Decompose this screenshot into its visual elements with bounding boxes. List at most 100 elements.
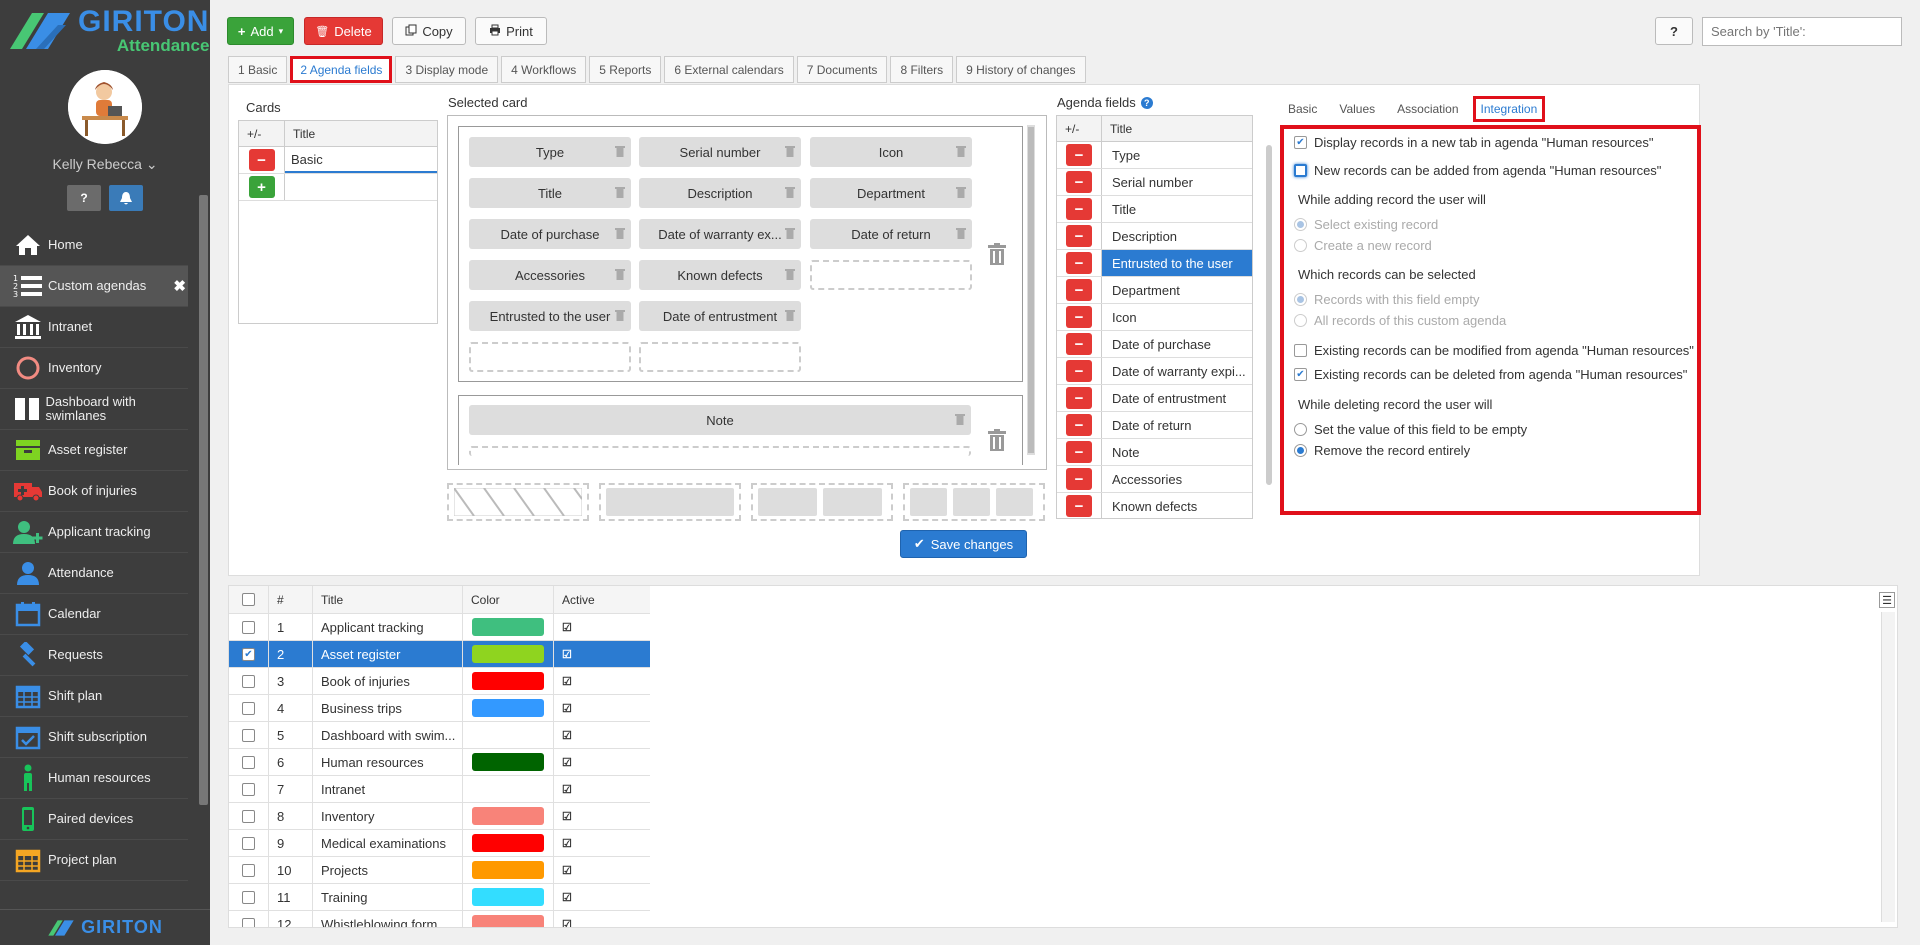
- table-row[interactable]: − Accessories: [1057, 466, 1252, 493]
- sidebar-item-shift-plan[interactable]: Shift plan: [0, 676, 188, 717]
- remove-field-button[interactable]: −: [1066, 306, 1092, 328]
- trash-icon[interactable]: [615, 186, 625, 198]
- delete-records-option[interactable]: ✔ Existing records can be deleted from ag…: [1294, 367, 1687, 382]
- table-row[interactable]: − Known defects: [1057, 493, 1252, 518]
- grid-scrollbar[interactable]: [1881, 612, 1895, 922]
- grid-col-title[interactable]: Title: [313, 586, 463, 613]
- create-new-radio[interactable]: [1294, 239, 1307, 252]
- field-chip[interactable]: Entrusted to the user: [469, 301, 631, 331]
- tab-filters[interactable]: 8 Filters: [890, 56, 954, 83]
- table-row[interactable]: − Description: [1057, 223, 1252, 250]
- add-button[interactable]: + Add ▾: [227, 17, 294, 45]
- tab-field-values[interactable]: Values: [1331, 96, 1383, 122]
- agenda-fields-scrollbar[interactable]: [1266, 145, 1272, 485]
- table-row[interactable]: − Date of return: [1057, 412, 1252, 439]
- records-empty-radio[interactable]: [1294, 293, 1307, 306]
- print-button[interactable]: Print: [475, 17, 547, 45]
- trash-icon[interactable]: [785, 186, 795, 198]
- table-row[interactable]: 12 Whistleblowing form... ☑: [229, 911, 650, 927]
- sidebar-item-dashboard-with-swimlanes[interactable]: Dashboard with swimlanes: [0, 389, 188, 430]
- trash-icon[interactable]: [955, 413, 965, 425]
- sidebar-item-custom-agendas[interactable]: 123 Custom agendas ✖: [0, 266, 188, 307]
- row-checkbox[interactable]: [242, 728, 255, 742]
- table-row[interactable]: 7 Intranet ☑: [229, 776, 650, 803]
- grid-col-num[interactable]: #: [269, 586, 313, 613]
- field-chip[interactable]: Title: [469, 178, 631, 208]
- row-checkbox[interactable]: [242, 917, 255, 927]
- field-chip[interactable]: Date of purchase: [469, 219, 631, 249]
- sidebar-item-inventory[interactable]: Inventory: [0, 348, 188, 389]
- table-row[interactable]: ✔ 2 Asset register ☑: [229, 641, 650, 668]
- remove-field-button[interactable]: −: [1066, 387, 1092, 409]
- row-checkbox[interactable]: [242, 620, 255, 634]
- deleting-option-remove[interactable]: Remove the record entirely: [1294, 443, 1470, 458]
- trash-icon[interactable]: [785, 145, 795, 157]
- add-card-button[interactable]: +: [248, 176, 275, 198]
- remove-field-button[interactable]: −: [1066, 360, 1092, 382]
- select-existing-radio[interactable]: [1294, 218, 1307, 231]
- row-checkbox[interactable]: [242, 701, 255, 715]
- set-empty-radio[interactable]: [1294, 423, 1307, 436]
- close-icon[interactable]: ✖: [173, 277, 186, 295]
- modify-records-checkbox[interactable]: [1294, 344, 1307, 357]
- remove-field-button[interactable]: −: [1066, 468, 1092, 490]
- which-option-empty[interactable]: Records with this field empty: [1294, 292, 1479, 307]
- layout-template-blank[interactable]: [447, 483, 589, 521]
- remove-card-button[interactable]: −: [248, 149, 275, 171]
- row-checkbox[interactable]: [242, 863, 255, 877]
- card-title[interactable]: Basic: [285, 147, 437, 173]
- tab-reports[interactable]: 5 Reports: [589, 56, 662, 83]
- field-chip[interactable]: Date of warranty ex...: [639, 219, 801, 249]
- tab-workflows[interactable]: 4 Workflows: [501, 56, 587, 83]
- tab-field-basic[interactable]: Basic: [1280, 96, 1325, 122]
- row-checkbox[interactable]: ✔: [242, 647, 255, 661]
- layout-template-three-columns[interactable]: [903, 483, 1045, 521]
- table-row[interactable]: 3 Book of injuries ☑: [229, 668, 650, 695]
- help-button[interactable]: ?: [67, 185, 101, 211]
- all-records-radio[interactable]: [1294, 314, 1307, 327]
- note-field-chip[interactable]: Note: [469, 405, 971, 435]
- field-chip[interactable]: Accessories: [469, 260, 631, 290]
- table-row[interactable]: − Note: [1057, 439, 1252, 466]
- row-checkbox[interactable]: [242, 836, 255, 850]
- table-row[interactable]: − Title: [1057, 196, 1252, 223]
- sidebar-item-requests[interactable]: Requests: [0, 635, 188, 676]
- trash-icon[interactable]: [785, 309, 795, 321]
- field-chip[interactable]: Department: [810, 178, 972, 208]
- remove-field-button[interactable]: −: [1066, 279, 1092, 301]
- trash-icon[interactable]: [956, 227, 966, 239]
- table-row[interactable]: 10 Projects ☑: [229, 857, 650, 884]
- row-checkbox[interactable]: [242, 782, 255, 796]
- display-new-tab-option[interactable]: ✔ Display records in a new tab in agenda …: [1294, 135, 1653, 150]
- trash-icon[interactable]: [956, 145, 966, 157]
- sidebar-item-shift-subscription[interactable]: Shift subscription: [0, 717, 188, 758]
- remove-field-button[interactable]: −: [1066, 252, 1092, 274]
- select-all-checkbox[interactable]: [242, 593, 255, 606]
- sidebar-item-attendance[interactable]: Attendance: [0, 553, 188, 594]
- tab-display-mode[interactable]: 3 Display mode: [395, 56, 499, 83]
- empty-field-slot[interactable]: [469, 446, 971, 456]
- tab-external-calendars[interactable]: 6 External calendars: [664, 56, 794, 83]
- question-circle-icon[interactable]: ?: [1140, 97, 1153, 109]
- sidebar-item-applicant-tracking[interactable]: Applicant tracking: [0, 512, 188, 553]
- trash-icon[interactable]: [785, 227, 795, 239]
- card-scrollbar[interactable]: [1027, 125, 1035, 455]
- sidebar-item-project-plan[interactable]: Project plan: [0, 840, 188, 881]
- empty-field-slot[interactable]: [639, 342, 801, 372]
- empty-field-slot[interactable]: [469, 342, 631, 372]
- grid-menu-icon[interactable]: ☰: [1879, 592, 1895, 608]
- remove-field-button[interactable]: −: [1066, 171, 1092, 193]
- notifications-button[interactable]: [109, 185, 143, 211]
- trash-icon[interactable]: [615, 309, 625, 321]
- field-chip[interactable]: Date of return: [810, 219, 972, 249]
- delete-row-trash-icon[interactable]: [988, 429, 1006, 451]
- tab-field-integration[interactable]: Integration: [1472, 96, 1546, 122]
- layout-template-two-columns[interactable]: [751, 483, 893, 521]
- remove-field-button[interactable]: −: [1066, 495, 1092, 517]
- new-records-checkbox[interactable]: [1294, 164, 1307, 177]
- tab-field-association[interactable]: Association: [1389, 96, 1466, 122]
- table-row[interactable]: 6 Human resources ☑: [229, 749, 650, 776]
- table-row[interactable]: − Icon: [1057, 304, 1252, 331]
- table-row[interactable]: 5 Dashboard with swim... ☑: [229, 722, 650, 749]
- table-row[interactable]: 8 Inventory ☑: [229, 803, 650, 830]
